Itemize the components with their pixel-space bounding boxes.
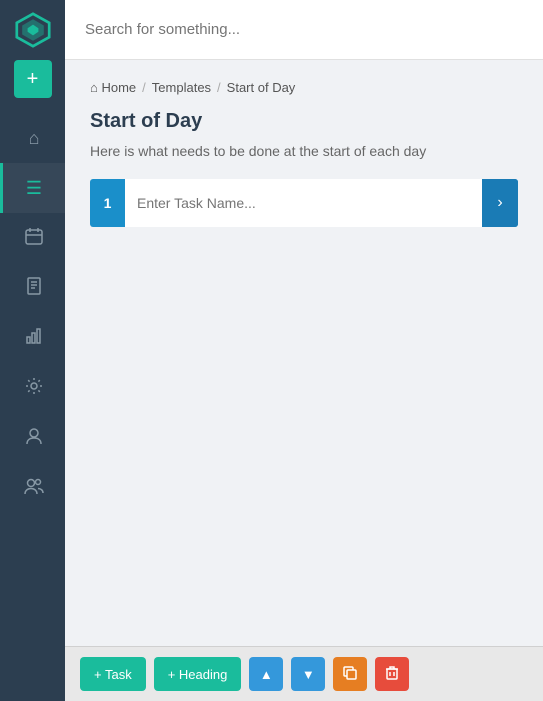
add-task-button[interactable]: + Task [80,657,146,691]
breadcrumb-sep-2: / [217,80,221,95]
sidebar-item-settings[interactable] [0,363,65,413]
notebook-icon [25,277,43,300]
move-up-button[interactable]: ▲ [249,657,283,691]
search-input[interactable] [85,21,523,38]
sidebar-item-user[interactable] [0,413,65,463]
task-expand-button[interactable]: › [482,179,518,227]
sidebar-item-lists[interactable]: ☰ [0,163,65,213]
logo [0,0,65,60]
sidebar: + ⌂ ☰ [0,0,65,701]
delete-button[interactable] [375,657,409,691]
sidebar-item-calendar[interactable] [0,213,65,263]
users-icon [24,477,44,500]
sidebar-item-notebook[interactable] [0,263,65,313]
breadcrumb-sep-1: / [142,80,146,95]
breadcrumb-templates-link[interactable]: Templates [152,80,211,95]
calendar-icon [25,227,43,250]
content-area: ⌂ Home / Templates / Start of Day Start … [65,60,543,701]
add-button[interactable]: + [14,60,52,98]
arrow-down-icon: ▼ [302,667,315,682]
page-title: Start of Day [90,110,518,133]
copy-button[interactable] [333,657,367,691]
sidebar-item-chart[interactable] [0,313,65,363]
breadcrumb-current: Start of Day [227,80,296,95]
chart-icon [25,327,43,350]
arrow-up-icon: ▲ [260,667,273,682]
trash-icon [385,665,399,684]
home-breadcrumb-icon: ⌂ [90,80,98,95]
user-icon [25,427,43,450]
chevron-right-icon: › [497,194,502,212]
breadcrumb-home-link[interactable]: Home [101,80,136,95]
add-heading-button[interactable]: + Heading [154,657,242,691]
copy-icon [342,665,358,684]
task-row-1: 1 › [90,179,518,227]
bottom-toolbar: + Task + Heading ▲ ▼ [65,646,543,701]
task-name-input[interactable] [125,179,482,227]
breadcrumb: ⌂ Home / Templates / Start of Day [90,80,518,95]
sidebar-item-home[interactable]: ⌂ [0,113,65,163]
move-down-button[interactable]: ▼ [291,657,325,691]
sidebar-nav: ⌂ ☰ [0,113,65,513]
topbar [65,0,543,60]
sidebar-item-users[interactable] [0,463,65,513]
task-number: 1 [90,195,125,211]
lists-icon: ☰ [26,178,42,199]
home-icon: ⌂ [29,128,40,149]
main-content: ⌂ Home / Templates / Start of Day Start … [65,0,543,701]
page-subtitle: Here is what needs to be done at the sta… [90,143,518,159]
gear-icon [25,377,43,400]
